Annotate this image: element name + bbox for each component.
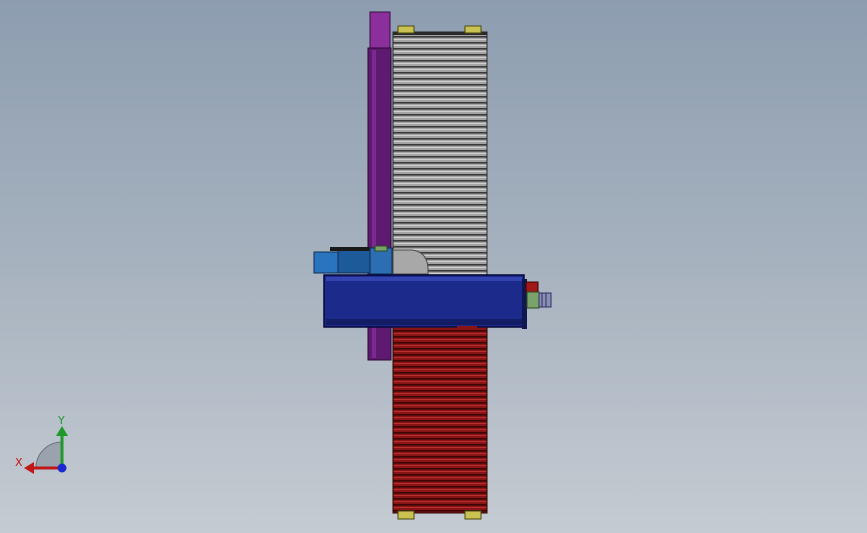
y-axis-label: Y: [58, 414, 65, 427]
lower-left-mount[interactable]: [397, 510, 415, 520]
side-connector[interactable]: [525, 281, 552, 309]
x-axis-label: X: [15, 456, 23, 469]
upper-bellows[interactable]: [392, 25, 488, 276]
cad-model-view[interactable]: [0, 0, 867, 533]
upper-left-mount[interactable]: [397, 25, 415, 34]
motor-coupler[interactable]: [313, 245, 429, 275]
upper-right-mount[interactable]: [464, 25, 482, 34]
red-valve[interactable]: [525, 281, 539, 293]
carriage-block[interactable]: [323, 274, 527, 330]
lower-right-mount[interactable]: [464, 510, 482, 520]
lower-bellows[interactable]: [392, 326, 488, 520]
z-axis-dot: [57, 463, 67, 473]
green-fitting[interactable]: [374, 245, 388, 252]
graphics-viewport[interactable]: Y X: [0, 0, 867, 533]
